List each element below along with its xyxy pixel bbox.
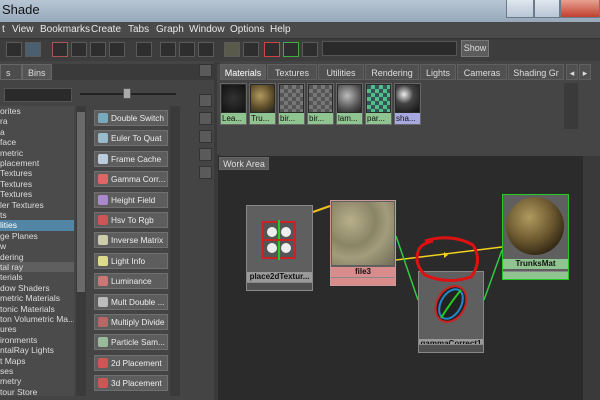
node-label-place2d: place2dTextur... [247, 272, 312, 282]
gamma-correct-icon [434, 285, 468, 323]
red-circle-annotation [415, 236, 479, 282]
node-port-bar[interactable] [331, 277, 395, 285]
node-file3[interactable]: file3 [330, 200, 396, 286]
node-place2dtexture[interactable]: place2dTextur... [246, 205, 313, 291]
connection-place2d-file3[interactable] [312, 205, 331, 213]
connection-gamma-trunks[interactable] [483, 249, 503, 301]
node-port-bar[interactable] [503, 271, 568, 279]
node-trunksmat[interactable]: TrunksMat [502, 194, 569, 280]
node-label-trunksmat: TrunksMat [503, 259, 568, 269]
node-port-bar[interactable] [419, 344, 483, 352]
node-port-bar[interactable] [247, 282, 312, 290]
material-sphere-thumbnail [506, 197, 564, 255]
bark-texture-thumbnail [332, 202, 394, 265]
place2d-texture-icon [262, 220, 296, 260]
node-label-file3: file3 [331, 267, 395, 277]
